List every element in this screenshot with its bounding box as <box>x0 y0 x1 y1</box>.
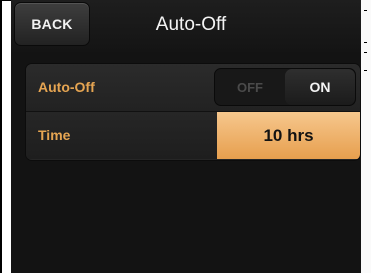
right-margin <box>361 0 371 273</box>
auto-off-row: Auto-Off OFF ON <box>26 64 360 111</box>
edge-mark <box>364 70 367 71</box>
toggle-on-option[interactable]: ON <box>285 69 355 105</box>
settings-panel: Auto-Off OFF ON Time 10 hrs <box>25 63 361 161</box>
time-value-field[interactable]: 10 hrs <box>217 112 360 159</box>
auto-off-label: Auto-Off <box>38 79 95 95</box>
edge-mark <box>364 42 367 43</box>
time-row[interactable]: Time 10 hrs <box>26 112 360 159</box>
device-screen: BACK Auto-Off Auto-Off OFF ON Time 10 hr… <box>11 0 368 273</box>
edge-mark <box>364 52 367 53</box>
time-label: Time <box>38 127 71 143</box>
toggle-off-option[interactable]: OFF <box>215 69 285 105</box>
edge-mark <box>364 10 367 11</box>
frame-left-border <box>0 0 2 273</box>
back-button[interactable]: BACK <box>14 2 90 46</box>
header-bar: BACK Auto-Off <box>11 0 368 52</box>
page-title: Auto-Off <box>155 14 227 35</box>
auto-off-toggle[interactable]: OFF ON <box>214 68 356 106</box>
